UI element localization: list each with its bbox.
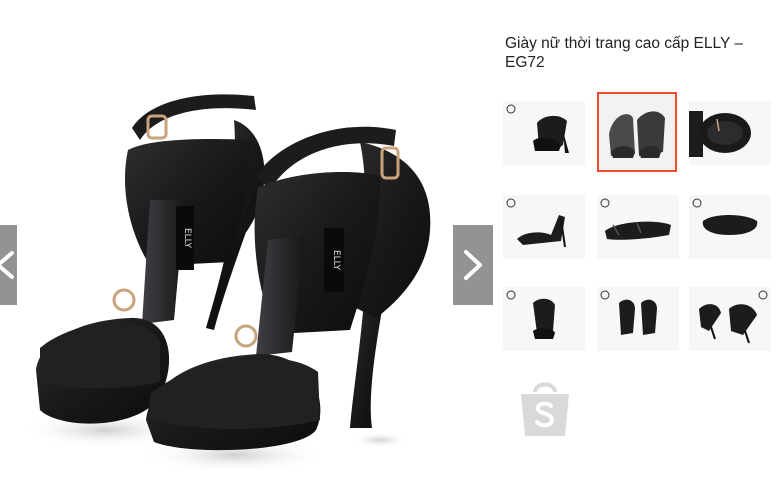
product-title: Giày nữ thời trang cao cấp ELLY – EG72: [505, 35, 743, 71]
thumbnail-7[interactable]: [503, 287, 585, 351]
next-image-button[interactable]: [453, 225, 493, 305]
thumbnail-5[interactable]: [597, 195, 679, 259]
thumbnail-8-image: [600, 290, 657, 335]
svg-text:ELLY: ELLY: [331, 250, 341, 271]
shopee-logo-graphic: [521, 382, 569, 436]
thumbnail-2-image: [609, 111, 665, 158]
thumbnail-4[interactable]: [503, 195, 585, 259]
thumbnail-4-image: [506, 198, 566, 248]
svg-text:ELLY: ELLY: [182, 228, 192, 249]
thumbnail-9[interactable]: [689, 287, 771, 351]
thumbnail-3[interactable]: [689, 101, 771, 165]
chevron-left-icon: [0, 251, 14, 279]
thumbnail-1-image: [506, 104, 569, 153]
thumbnail-grid: [503, 92, 777, 351]
chevron-right-icon: [464, 250, 482, 280]
thumbnail-3-image: [689, 111, 751, 157]
main-shoe-illustration: ELLY ELLY: [20, 94, 431, 473]
thumbnail-9-image: [699, 290, 768, 344]
thumbnail-2[interactable]: [597, 92, 677, 172]
thumbnail-5-image: [600, 198, 671, 240]
shopee-bag-icon: [517, 374, 573, 440]
previous-image-button[interactable]: [0, 225, 17, 305]
main-product-image: ELLY ELLY: [0, 0, 495, 502]
thumbnail-7-image: [506, 290, 555, 339]
thumbnail-8[interactable]: [597, 287, 679, 351]
thumbnail-6[interactable]: [689, 195, 771, 259]
thumbnail-6-image: [692, 198, 758, 235]
thumbnail-1[interactable]: [503, 101, 585, 165]
